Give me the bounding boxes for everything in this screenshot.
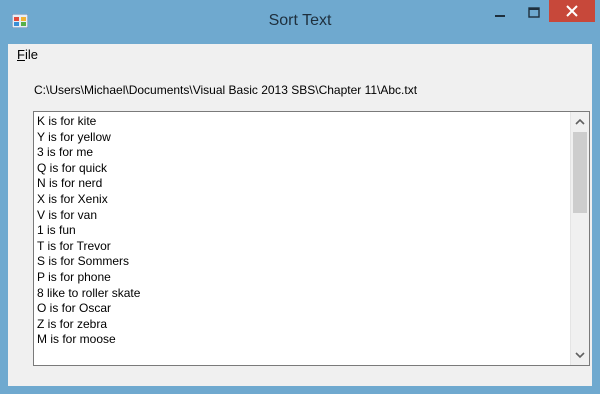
menu-bar: File — [8, 44, 592, 66]
text-line: Q is for quick — [37, 160, 108, 175]
menu-file-accelerator: F — [17, 47, 25, 62]
text-line: 1 is fun — [37, 223, 76, 238]
text-line: K is for kite — [37, 114, 97, 128]
menu-file[interactable]: File — [14, 47, 41, 62]
text-line: P is for phone — [37, 269, 111, 284]
text-line: M is for moose — [37, 332, 116, 347]
text-line: Z is for zebra — [37, 316, 108, 331]
chevron-down-icon — [575, 352, 585, 359]
maximize-icon — [528, 7, 540, 18]
text-line: 3 is for me — [37, 145, 94, 160]
vertical-scrollbar[interactable] — [570, 112, 589, 365]
client-area: File C:\Users\Michael\Documents\Visual B… — [8, 44, 592, 386]
text-line: S is for Sommers — [37, 254, 130, 269]
maximize-button[interactable] — [521, 4, 547, 24]
text-line: X is for Xenix — [37, 191, 108, 206]
title-bar[interactable]: Sort Text — [0, 0, 600, 44]
text-box[interactable]: K is for kite Y is for yellow 3 is for m… — [33, 111, 590, 366]
chevron-up-icon — [575, 118, 585, 125]
text-line: Y is for yellow — [37, 129, 111, 144]
close-button[interactable] — [549, 0, 595, 22]
file-path-label: C:\Users\Michael\Documents\Visual Basic … — [34, 83, 418, 97]
scrollbar-thumb[interactable] — [573, 132, 587, 213]
text-line: T is for Trevor — [37, 238, 111, 253]
menu-file-label: ile — [24, 47, 38, 62]
text-lines: K is for kite Y is for yellow 3 is for m… — [37, 114, 140, 348]
sort-text-window: Sort Text File C:\Users\Michael\Document… — [0, 0, 600, 394]
scroll-up-button[interactable] — [571, 114, 589, 131]
text-line: V is for van — [37, 207, 98, 222]
text-line: 8 like to roller skate — [37, 285, 141, 300]
minimize-icon — [495, 15, 505, 17]
text-line: N is for nerd — [37, 176, 103, 191]
close-icon — [566, 5, 578, 17]
minimize-button[interactable] — [487, 4, 513, 24]
scroll-down-button[interactable] — [571, 346, 589, 363]
text-line: O is for Oscar — [37, 301, 112, 316]
